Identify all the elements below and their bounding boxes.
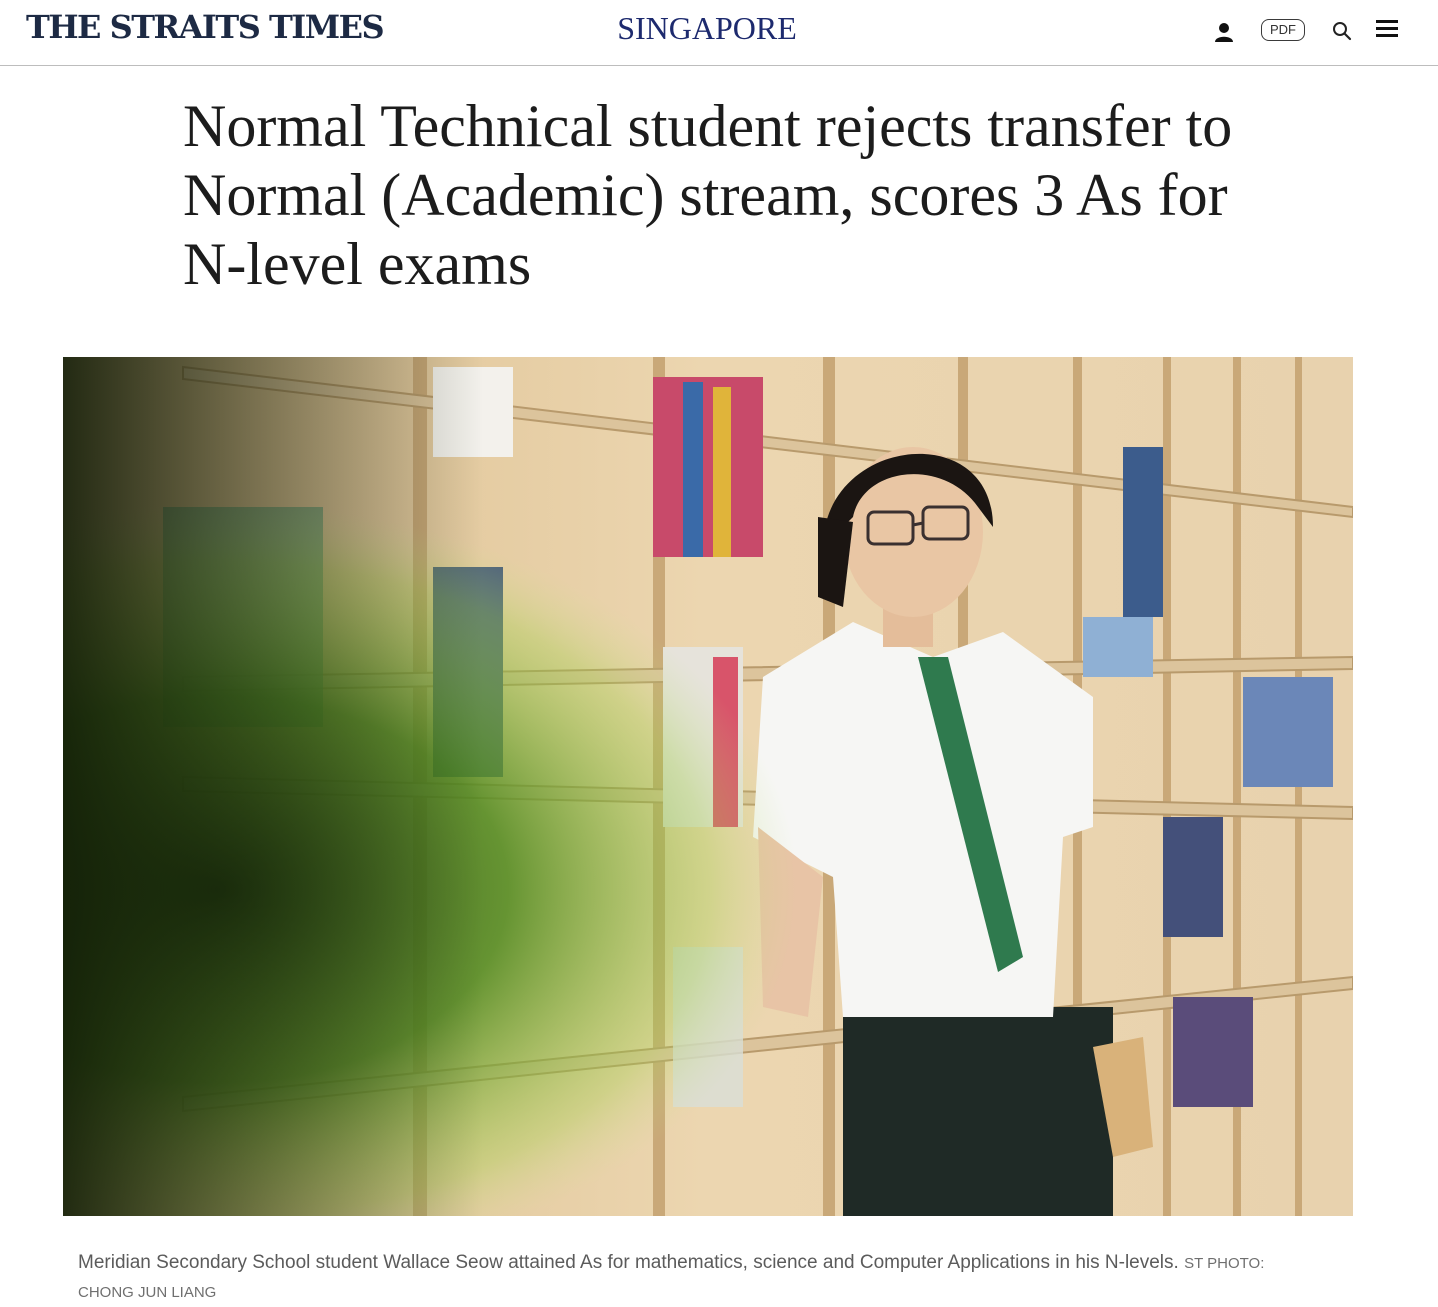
caption-text: Meridian Secondary School student Wallac…	[78, 1252, 1179, 1273]
search-icon[interactable]	[1331, 20, 1353, 42]
photo-caption: Meridian Secondary School student Wallac…	[78, 1249, 1318, 1307]
photo-illustration	[63, 357, 1353, 1216]
section-link[interactable]: SINGAPORE	[617, 10, 797, 46]
article-headline: Normal Technical student rejects transfe…	[183, 93, 1233, 297]
hamburger-menu-icon[interactable]	[1375, 19, 1399, 39]
section-title: SINGAPORE	[0, 8, 1414, 48]
article-photo[interactable]	[63, 357, 1353, 1216]
user-icon[interactable]	[1212, 20, 1236, 44]
pdf-button[interactable]: PDF	[1261, 19, 1305, 41]
site-header: THE STRAITS TIMES SINGAPORE PDF	[0, 0, 1438, 66]
